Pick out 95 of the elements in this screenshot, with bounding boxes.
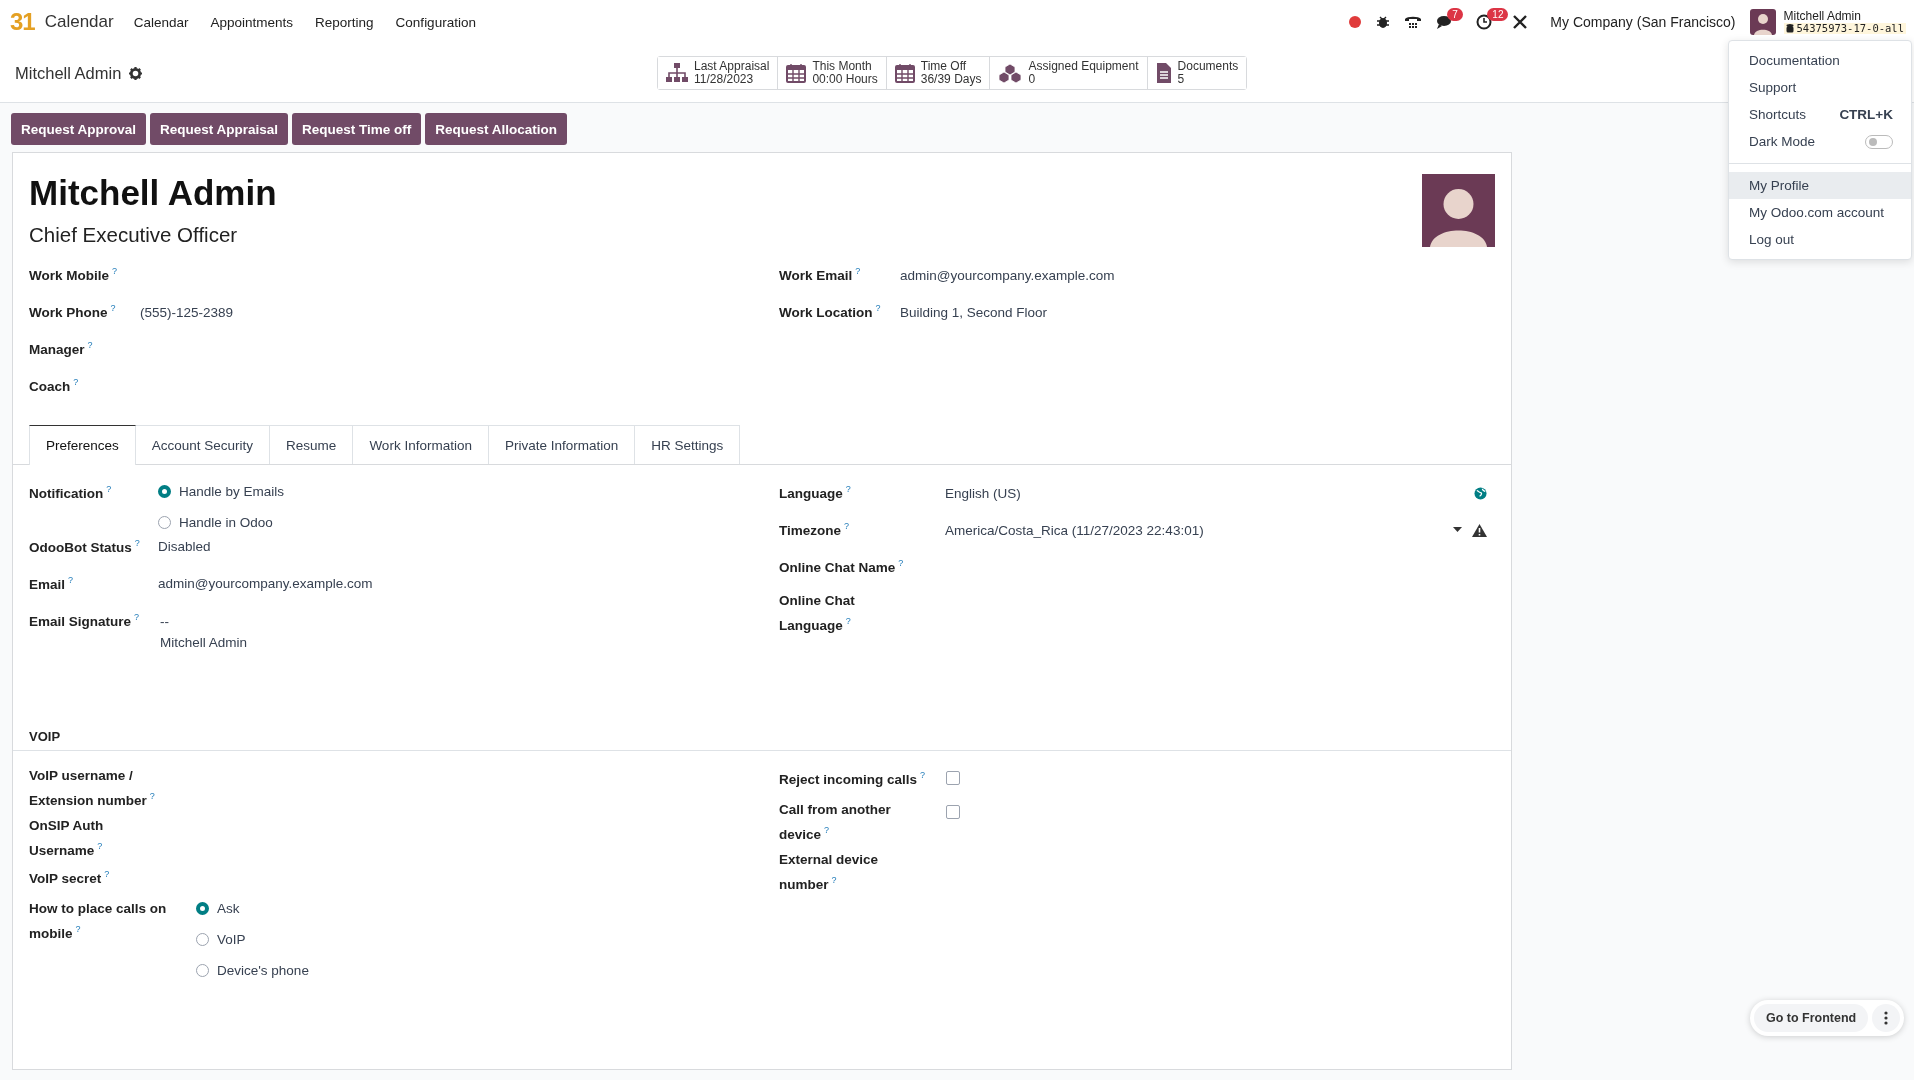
field-label: VoIP username / Extension number $^{?}$ xyxy=(29,767,156,810)
field-label: OnSIP Auth Username $^{?}$ xyxy=(29,816,105,859)
app-name[interactable]: Calendar xyxy=(44,12,114,32)
database-icon xyxy=(1785,24,1794,34)
field-value[interactable]: Disabled xyxy=(158,536,211,557)
shortcut-key: CTRL+K xyxy=(1839,101,1893,128)
field-label: Coach $^{?}$ xyxy=(29,376,80,396)
kebab-icon xyxy=(1884,1011,1889,1025)
employee-name: Mitchell Admin xyxy=(29,173,277,213)
tab[interactable]: Private Information xyxy=(488,425,636,464)
field-value[interactable]: (555)-125-2389 xyxy=(140,301,234,323)
tab[interactable]: Work Information xyxy=(353,425,489,464)
org-chart-icon xyxy=(666,63,688,83)
radio-button[interactable] xyxy=(158,484,171,498)
more-button[interactable] xyxy=(1872,1004,1901,1032)
phone-icon[interactable] xyxy=(1404,15,1423,29)
calendar-icon xyxy=(786,63,807,83)
radio-button[interactable] xyxy=(196,933,209,946)
user-name[interactable]: Mitchell Admin xyxy=(1783,9,1906,23)
menu-item[interactable]: Reporting xyxy=(315,14,374,30)
field-label: Email Signature $^{?}$ xyxy=(29,611,141,631)
menu-item[interactable]: Configuration xyxy=(395,14,476,30)
field-value[interactable]: admin@yourcompany.example.com xyxy=(158,573,373,594)
action-button[interactable]: Request Appraisal xyxy=(150,113,289,145)
cubes-icon xyxy=(998,63,1023,83)
warning-icon xyxy=(1472,523,1487,537)
breadcrumb: Mitchell Admin xyxy=(15,63,122,83)
field-label: Reject incoming calls $^{?}$ xyxy=(779,769,927,789)
field-label: Timezone $^{?}$ xyxy=(779,520,851,540)
calendar-icon xyxy=(894,63,915,83)
checkbox[interactable] xyxy=(946,804,960,819)
field-label: Work Email $^{?}$ xyxy=(779,265,862,285)
user-avatar[interactable] xyxy=(1749,9,1776,35)
action-button[interactable]: Request Time off xyxy=(292,113,422,145)
field-label: How to place calls on mobile $^{?}$ xyxy=(29,900,168,943)
field-label: External device number $^{?}$ xyxy=(779,850,880,893)
field-label: Language $^{?}$ xyxy=(779,483,852,503)
field-label: Work Location $^{?}$ xyxy=(779,302,882,322)
radio-button[interactable] xyxy=(196,902,209,915)
checkbox[interactable] xyxy=(946,770,960,785)
signature-line: -- xyxy=(160,612,170,631)
field-label: VoIP secret $^{?}$ xyxy=(29,868,111,888)
field-label: Online Chat Language $^{?}$ xyxy=(779,592,856,635)
field-label: Email $^{?}$ xyxy=(29,573,75,593)
action-button[interactable]: Request Approval xyxy=(11,113,147,145)
menu-item[interactable]: Shortcuts xyxy=(1749,101,1807,128)
toggle-switch[interactable] xyxy=(1865,134,1893,149)
menu-item[interactable]: Dark Mode xyxy=(1749,128,1816,155)
field-label: Call from another device $^{?}$ xyxy=(779,801,892,844)
database-name: 54375973-17-0-all xyxy=(1796,22,1904,35)
radio-label[interactable]: Device's phone xyxy=(217,960,309,981)
field-label: Work Mobile $^{?}$ xyxy=(29,265,119,285)
field-label: OdooBot Status $^{?}$ xyxy=(29,536,141,556)
radio-button[interactable] xyxy=(158,515,171,529)
tab[interactable]: HR Settings xyxy=(635,425,741,464)
avatar-silhouette[interactable] xyxy=(1422,174,1495,247)
notification-badge: 12 xyxy=(1487,8,1509,21)
section-title: VOIP xyxy=(13,729,1511,751)
action-button[interactable]: Request Allocation xyxy=(425,113,568,145)
menu-item[interactable]: My Odoo.com account xyxy=(1729,199,1911,226)
signature-line: Mitchell Admin xyxy=(160,633,248,652)
clock-icon[interactable] xyxy=(1476,14,1493,30)
radio-label[interactable]: Handle in Odoo xyxy=(179,511,273,533)
bug-icon[interactable] xyxy=(1376,15,1391,29)
record-icon[interactable] xyxy=(1348,15,1363,29)
settings-icon[interactable] xyxy=(129,66,143,80)
job-title: Chief Executive Officer xyxy=(29,223,239,247)
radio-label[interactable]: Handle by Emails xyxy=(179,480,285,502)
stat-button[interactable]: Last Appraisal 11/28/2023 xyxy=(658,57,779,89)
field-value[interactable]: America/Costa_Rica (11/27/2023 22:43:01) xyxy=(945,519,1204,541)
menu-item[interactable]: Log out xyxy=(1729,226,1911,253)
field-value[interactable]: Building 1, Second Floor xyxy=(900,301,1048,323)
radio-button[interactable] xyxy=(196,964,209,977)
tab[interactable]: Account Security xyxy=(135,425,271,464)
notification-badge: 7 xyxy=(1447,8,1463,21)
tab[interactable]: Preferences xyxy=(29,425,136,465)
menu-item[interactable]: My Profile xyxy=(1729,172,1911,199)
field-label: Online Chat Name $^{?}$ xyxy=(779,557,905,577)
menu-item[interactable]: Calendar xyxy=(133,14,189,30)
menu-item[interactable]: Appointments xyxy=(210,14,294,30)
radio-label[interactable]: Ask xyxy=(217,898,240,919)
company-switcher[interactable]: My Company (San Francisco) xyxy=(1550,14,1736,30)
frontend-button[interactable]: Go to Frontend xyxy=(1754,1004,1869,1032)
document-icon xyxy=(1155,63,1172,83)
menu-item[interactable]: Documentation xyxy=(1729,47,1911,74)
radio-label[interactable]: VoIP xyxy=(217,929,246,950)
tab[interactable]: Resume xyxy=(270,425,354,464)
field-label: Manager $^{?}$ xyxy=(29,339,94,359)
field-label: Work Phone $^{?}$ xyxy=(29,302,117,322)
field-value[interactable]: English (US) xyxy=(945,482,1021,504)
globe-icon[interactable] xyxy=(1474,486,1487,500)
caret-icon[interactable] xyxy=(1453,527,1462,533)
menu-item[interactable]: Support xyxy=(1729,74,1911,101)
field-label: Notification $^{?}$ xyxy=(29,483,113,503)
field-value[interactable]: admin@yourcompany.example.com xyxy=(900,264,1115,286)
